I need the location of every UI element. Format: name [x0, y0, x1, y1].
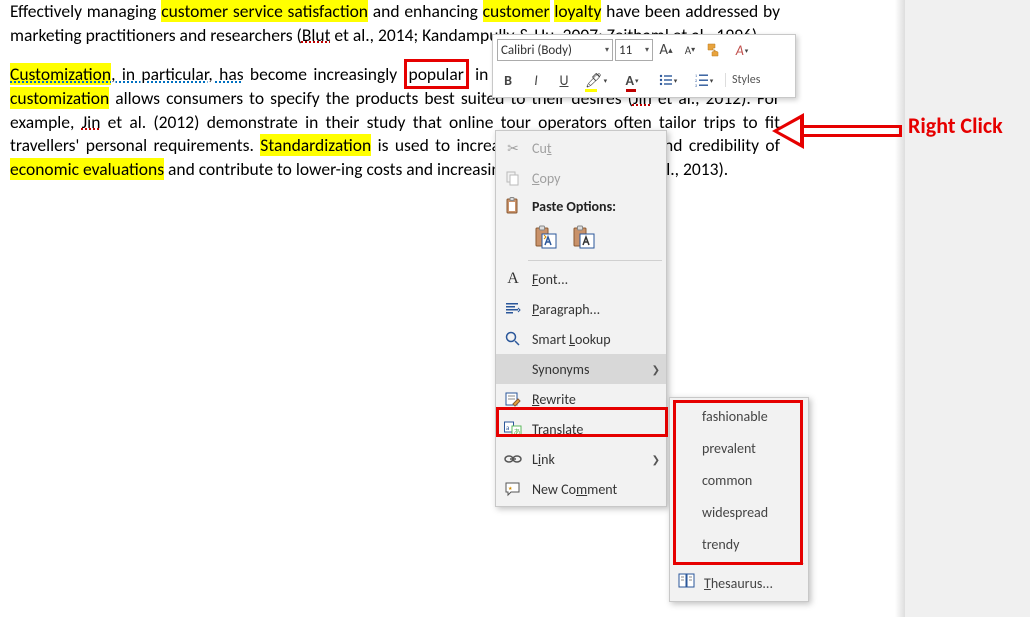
menu-copy[interactable]: Copy — [496, 163, 666, 193]
rewrite-icon — [502, 388, 524, 410]
bold-button[interactable]: B — [497, 69, 519, 91]
synonym-option-widespread[interactable]: widespread — [670, 496, 808, 528]
text: become increasingly — [244, 63, 404, 85]
highlight-text: economic evaluations — [10, 158, 164, 180]
clipboard-icon — [502, 195, 524, 217]
synonym-option-fashionable[interactable]: fashionable — [670, 400, 808, 432]
svg-text:a: a — [506, 423, 509, 432]
annotation-right-click-label: Right Click — [908, 112, 1003, 139]
mini-toolbar: Calibri (Body) ▾ 11 ▾ A▴ A▾ A▾ B I U 🖊▾ … — [492, 34, 796, 98]
spellcheck-word: Blut — [302, 24, 331, 46]
underline-button[interactable]: U — [553, 69, 575, 91]
paragraph-icon — [502, 298, 524, 320]
chevron-right-icon: ❯ — [652, 453, 660, 466]
highlight-text: Standardization — [260, 134, 371, 156]
link-icon — [502, 448, 524, 470]
menu-font[interactable]: A Font... — [496, 264, 666, 294]
clear-formatting-button[interactable]: A▾ — [727, 39, 757, 61]
font-color-button[interactable]: A▾ — [617, 69, 647, 91]
highlight-color-button[interactable]: 🖊▾ — [581, 69, 611, 91]
translate-icon: aあ — [502, 418, 524, 440]
translate-label: Translate — [532, 421, 660, 438]
font-size-value: 11 — [619, 43, 632, 58]
spellcheck-word: Jin — [82, 111, 101, 133]
comment-icon: ★ — [502, 478, 524, 500]
chevron-down-icon: ▾ — [645, 45, 649, 55]
text: , in particular, has — [111, 63, 243, 85]
chevron-right-icon: ❯ — [652, 363, 660, 376]
chevron-down-icon: ▾ — [605, 45, 609, 55]
annotation-arrow — [772, 114, 902, 148]
italic-button[interactable]: I — [525, 69, 547, 91]
mini-toolbar-row-2: B I U 🖊▾ A▾ ▾ 123▾ Styles — [493, 65, 795, 95]
mini-toolbar-row-1: Calibri (Body) ▾ 11 ▾ A▴ A▾ A▾ — [493, 35, 795, 65]
synonym-option-trendy[interactable]: trendy — [670, 528, 808, 560]
highlight-text: customer service satisfaction — [161, 0, 368, 22]
menu-paragraph[interactable]: Paragraph... — [496, 294, 666, 324]
page-right-edge — [895, 0, 905, 617]
synonym-option-prevalent[interactable]: prevalent — [670, 432, 808, 464]
menu-separator — [674, 563, 804, 564]
format-painter-button[interactable] — [703, 39, 725, 61]
paste-options-label: Paste Options: — [532, 198, 660, 215]
menu-thesaurus[interactable]: Thesaurus... — [670, 567, 808, 599]
thesaurus-icon — [678, 573, 696, 593]
numbering-button[interactable]: 123▾ — [689, 69, 719, 91]
cut-icon: ✂ — [502, 137, 524, 159]
menu-translate[interactable]: aあ Translate — [496, 414, 666, 444]
paste-text-only-button[interactable] — [570, 223, 598, 251]
highlight-text: customer — [483, 0, 550, 22]
font-letter-icon: A — [502, 268, 524, 290]
context-menu: ✂ Cut Copy Paste Options: A Font... — [495, 130, 667, 507]
scrollbar-gutter — [905, 0, 1030, 617]
highlight-text: customization — [10, 87, 109, 109]
svg-text:3: 3 — [695, 84, 697, 87]
menu-cut[interactable]: ✂ Cut — [496, 133, 666, 163]
synonyms-label: Synonyms — [532, 361, 644, 378]
grow-font-button[interactable]: A▴ — [655, 39, 677, 61]
font-family-select[interactable]: Calibri (Body) ▾ — [497, 39, 613, 61]
text: Effectively managing — [10, 0, 161, 22]
copy-icon — [502, 167, 524, 189]
shrink-font-button[interactable]: A▾ — [679, 39, 701, 61]
menu-new-comment[interactable]: ★ New Comment — [496, 474, 666, 504]
menu-separator — [528, 260, 662, 261]
menu-rewrite[interactable]: Rewrite — [496, 384, 666, 414]
menu-link[interactable]: Link ❯ — [496, 444, 666, 474]
paste-keep-source-button[interactable] — [532, 223, 560, 251]
bullets-button[interactable]: ▾ — [653, 69, 683, 91]
text: and enhancing — [368, 0, 483, 22]
svg-text:★: ★ — [508, 486, 513, 492]
font-size-select[interactable]: 11 ▾ — [615, 39, 653, 61]
search-icon — [502, 328, 524, 350]
menu-paste-options: Paste Options: — [496, 193, 666, 257]
synonyms-submenu: fashionable prevalent common widespread … — [669, 397, 809, 602]
highlight-text: Customization — [10, 63, 111, 85]
svg-text:あ: あ — [514, 427, 521, 436]
synonym-option-common[interactable]: common — [670, 464, 808, 496]
blank-icon — [502, 358, 524, 380]
menu-synonyms[interactable]: Synonyms ❯ — [496, 354, 666, 384]
menu-smart-lookup[interactable]: Smart Lookup — [496, 324, 666, 354]
highlight-text: loyalty — [554, 0, 601, 22]
font-family-value: Calibri (Body) — [501, 43, 572, 58]
selected-word-popular: popular — [404, 59, 469, 89]
styles-button[interactable]: Styles — [725, 73, 760, 87]
